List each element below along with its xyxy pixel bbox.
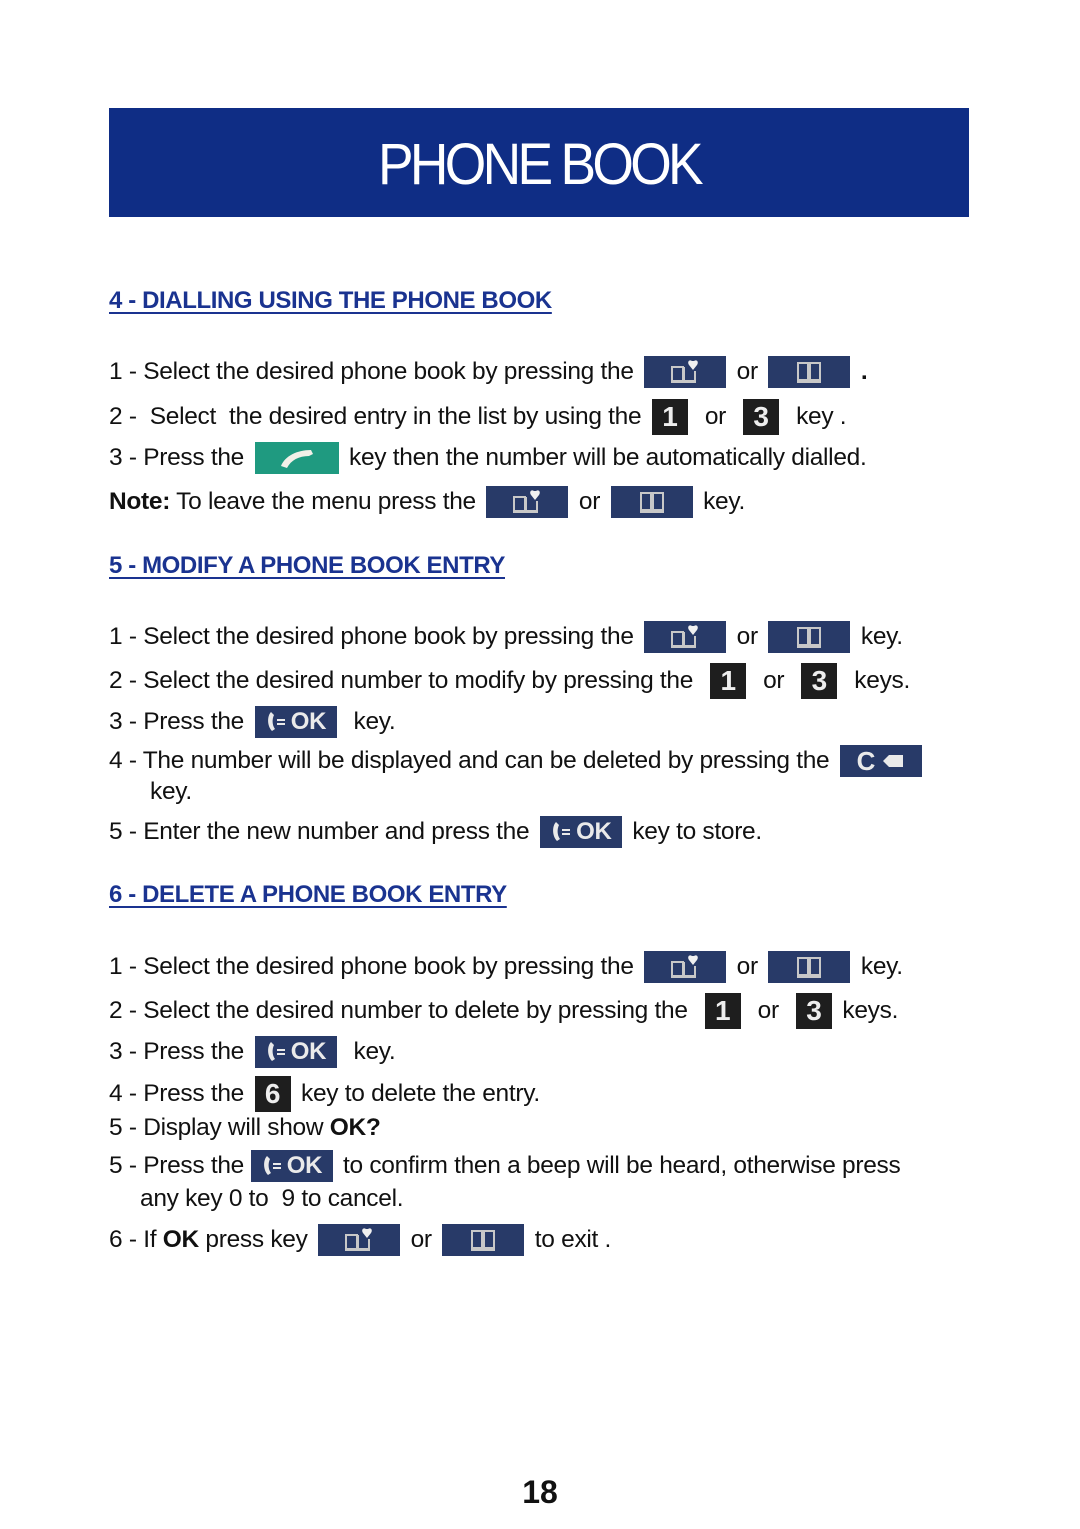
dialling-step-2: 2 - Select the desired entry in the list… xyxy=(109,399,847,435)
delete-step-6: 6 - If OK press key or to exit . xyxy=(109,1224,611,1256)
delete-step-4: 4 - Press the 6 key to delete the entry. xyxy=(109,1076,540,1112)
delete-step-1: 1 - Select the desired phone book by pre… xyxy=(109,951,903,983)
page-title: PHONE BOOK xyxy=(377,132,704,197)
delete-step-5-confirm: 5 - Press the OK to confirm then a beep … xyxy=(109,1150,901,1182)
ok-key-icon: OK xyxy=(254,706,337,738)
modify-step-3: 3 - Press the OK key. xyxy=(109,706,396,738)
modify-step-5: 5 - Enter the new number and press the O… xyxy=(109,816,762,848)
dialling-note: Note: To leave the menu press the or key… xyxy=(109,486,745,518)
phonebook-shared-key-icon xyxy=(610,486,693,518)
dialling-step-3: 3 - Press the key then the number will b… xyxy=(109,442,867,474)
key-1-icon: 1 xyxy=(704,993,741,1029)
key-1-icon: 1 xyxy=(710,663,747,699)
dialling-step-1: 1 - Select the desired phone book by pre… xyxy=(109,356,868,388)
phonebook-shared-key-icon xyxy=(768,951,851,983)
key-3-icon: 3 xyxy=(801,663,838,699)
key-6-icon: 6 xyxy=(254,1076,291,1112)
modify-step-4: 4 - The number will be displayed and can… xyxy=(109,745,926,777)
modify-step-1: 1 - Select the desired phone book by pre… xyxy=(109,621,903,653)
section-heading-dialling: 4 - DIALLING USING THE PHONE BOOK xyxy=(109,287,552,314)
modify-step-4-cont: key. xyxy=(150,778,192,805)
delete-step-3: 3 - Press the OK key. xyxy=(109,1036,396,1068)
page-number: 18 xyxy=(522,1474,558,1510)
page-title-banner: PHONE BOOK xyxy=(109,108,969,217)
section-heading-modify: 5 - MODIFY A PHONE BOOK ENTRY xyxy=(109,552,505,579)
phonebook-private-key-icon xyxy=(644,951,727,983)
key-3-icon: 3 xyxy=(795,993,832,1029)
phonebook-private-key-icon xyxy=(644,621,727,653)
delete-step-5-cont: any key 0 to 9 to cancel. xyxy=(140,1185,404,1212)
phonebook-private-key-icon xyxy=(644,356,727,388)
phonebook-private-key-icon xyxy=(486,486,569,518)
phonebook-shared-key-icon xyxy=(768,356,851,388)
key-3-icon: 3 xyxy=(743,399,780,435)
call-key-icon xyxy=(254,442,339,474)
section-heading-delete: 6 - DELETE A PHONE BOOK ENTRY xyxy=(109,881,507,908)
delete-step-2: 2 - Select the desired number to delete … xyxy=(109,993,898,1029)
clear-key-icon: C xyxy=(839,745,922,777)
key-1-icon: 1 xyxy=(651,399,688,435)
phonebook-shared-key-icon xyxy=(768,621,851,653)
phonebook-private-key-icon xyxy=(318,1224,401,1256)
ok-key-icon: OK xyxy=(254,1036,337,1068)
ok-key-icon: OK xyxy=(539,816,622,848)
phonebook-shared-key-icon xyxy=(442,1224,525,1256)
modify-step-2: 2 - Select the desired number to modify … xyxy=(109,663,910,699)
delete-step-5-display: 5 - Display will show OK? xyxy=(109,1114,381,1141)
ok-key-icon: OK xyxy=(250,1150,333,1182)
